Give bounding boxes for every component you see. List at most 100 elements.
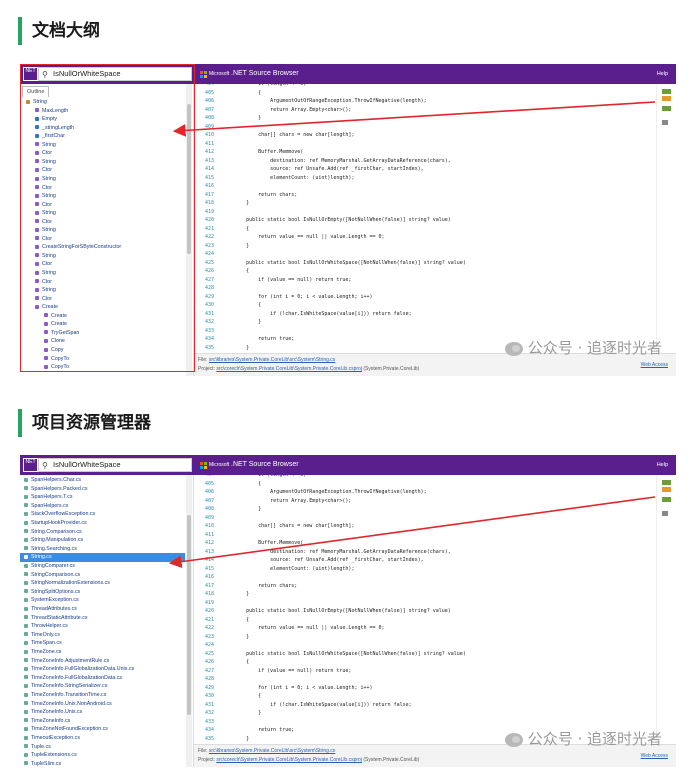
site-title[interactable]: .NET Source Browser xyxy=(231,69,299,79)
toolbar-icon[interactable] xyxy=(662,480,671,485)
outline-item[interactable]: Empty xyxy=(35,115,57,124)
toolbar-icon[interactable] xyxy=(662,120,668,125)
file-item[interactable]: TimeZoneInfo.cs xyxy=(20,717,185,726)
outline-item[interactable]: TryGetSpan xyxy=(44,329,79,338)
outline-item[interactable]: Create xyxy=(35,303,58,312)
outline-item[interactable]: Ctor xyxy=(35,218,52,227)
outline-item[interactable]: CreateStringForSByteConstructor xyxy=(35,243,121,252)
file-item[interactable]: TimeoutException.cs xyxy=(20,734,185,743)
toolbar-icon[interactable] xyxy=(662,487,671,492)
search-input[interactable]: ⚲ IsNullOrWhiteSpace xyxy=(38,67,192,81)
outline-item[interactable]: Create xyxy=(44,312,67,321)
outline-item[interactable]: String xyxy=(35,158,56,167)
toolbar-icon[interactable] xyxy=(662,497,671,502)
file-item[interactable]: TimeZone.cs xyxy=(20,648,185,657)
outline-item[interactable]: String xyxy=(35,286,56,295)
csharp-file-icon xyxy=(24,597,28,602)
outline-item[interactable]: Ctor xyxy=(35,260,52,269)
scrollbar-thumb[interactable] xyxy=(187,515,191,715)
outline-item[interactable]: String xyxy=(35,269,56,278)
file-item[interactable]: ThrowHelper.cs xyxy=(20,622,185,631)
outline-item[interactable]: MaxLength xyxy=(35,107,68,116)
dotnet-logo[interactable]: NET xyxy=(23,67,38,81)
web-access-link[interactable]: Web Access xyxy=(641,753,668,759)
outline-item[interactable]: String xyxy=(35,252,56,261)
file-path-link[interactable]: src\libraries\System.Private.CoreLib\src… xyxy=(209,748,335,754)
file-item[interactable]: TimeZoneInfo.StringSerializer.cs xyxy=(20,682,185,691)
outline-pane: Outline String MaxLength Empty _stringLengt… xyxy=(20,84,194,376)
file-item[interactable]: TimeZoneInfo.FullGlobalizationData.Unix.… xyxy=(20,665,185,674)
file-item[interactable]: SpanHelpers.cs xyxy=(20,502,185,511)
outline-item[interactable]: Ctor xyxy=(35,235,52,244)
file-item[interactable]: ThreadAttributes.cs xyxy=(20,605,185,614)
file-item[interactable]: ThreadStaticAttribute.cs xyxy=(20,614,185,623)
explorer-scrollbar[interactable] xyxy=(186,475,192,767)
file-item[interactable]: TimeOnly.cs xyxy=(20,631,185,640)
file-item[interactable]: TimeZoneInfo.AdjustmentRule.cs xyxy=(20,657,185,666)
file-item[interactable]: String.Comparison.cs xyxy=(20,528,185,537)
file-item[interactable]: String.Manipulation.cs xyxy=(20,536,185,545)
outline-item[interactable]: String xyxy=(35,209,56,218)
web-access-link[interactable]: Web Access xyxy=(641,362,668,368)
csharp-file-icon xyxy=(24,735,28,740)
toolbar-icon[interactable] xyxy=(662,96,671,101)
outline-item[interactable]: _firstChar xyxy=(35,132,65,141)
file-item[interactable]: TimeZoneInfo.Unix.NonAndroid.cs xyxy=(20,700,185,709)
outline-item[interactable]: Ctor xyxy=(35,295,52,304)
file-item[interactable]: StringNormalizationExtensions.cs xyxy=(20,579,185,588)
outline-item[interactable]: CopyTo xyxy=(44,355,69,364)
file-item[interactable]: StringSplitOptions.cs xyxy=(20,588,185,597)
file-item[interactable]: StartupHookProvider.cs xyxy=(20,519,185,528)
file-item[interactable]: SpanHelpers.Char.cs xyxy=(20,476,185,485)
file-item[interactable]: SystemException.cs xyxy=(20,596,185,605)
help-link[interactable]: Help xyxy=(657,69,668,79)
search-input[interactable]: ⚲ IsNullOrWhiteSpace xyxy=(38,458,192,472)
file-item[interactable]: TimeSpan.cs xyxy=(20,639,185,648)
file-item[interactable]: Tuple.cs xyxy=(20,743,185,752)
file-item[interactable]: TupleSlim.cs xyxy=(20,760,185,767)
toolbar-icon[interactable] xyxy=(662,511,668,516)
project-path-link[interactable]: src\coreclr\System.Private.CoreLib\Syste… xyxy=(216,366,362,372)
outline-item[interactable]: String xyxy=(35,226,56,235)
file-item[interactable]: TimeZoneInfo.Unix.cs xyxy=(20,708,185,717)
outline-item[interactable]: Copy xyxy=(44,346,63,355)
tab-outline[interactable]: Outline xyxy=(22,86,50,97)
outline-item[interactable]: Ctor xyxy=(35,166,52,175)
outline-item[interactable]: String xyxy=(26,98,47,107)
file-item[interactable]: StringComparer.cs xyxy=(20,562,185,571)
file-item[interactable]: String.Searching.cs xyxy=(20,545,185,554)
file-item[interactable]: TimeZoneInfo.TransitionTime.cs xyxy=(20,691,185,700)
dotnet-logo[interactable]: NET xyxy=(23,458,38,472)
file-item-label: String.cs xyxy=(31,554,52,561)
toolbar-icon[interactable] xyxy=(662,106,671,111)
outline-item[interactable]: CopyTo xyxy=(44,363,69,372)
file-item[interactable]: SpanHelpers.Packed.cs xyxy=(20,485,185,494)
toolbar-icon[interactable] xyxy=(662,89,671,94)
outline-item[interactable]: Ctor xyxy=(35,201,52,210)
file-path-link[interactable]: src\libraries\System.Private.CoreLib\src… xyxy=(209,357,335,363)
file-item[interactable]: String.cs xyxy=(20,553,185,562)
scrollbar-thumb[interactable] xyxy=(187,104,191,254)
outline-item[interactable]: String xyxy=(35,192,56,201)
file-item[interactable]: TimeZoneNotFoundException.cs xyxy=(20,725,185,734)
outline-item[interactable]: _stringLength xyxy=(35,124,74,133)
outline-item[interactable]: Ctor xyxy=(35,184,52,193)
file-item[interactable]: TimeZoneInfo.FullGlobalizationData.cs xyxy=(20,674,185,683)
site-title[interactable]: .NET Source Browser xyxy=(231,460,299,470)
outline-item[interactable]: String xyxy=(35,141,56,150)
code-line: 428 xyxy=(194,675,654,684)
help-link[interactable]: Help xyxy=(657,460,668,470)
project-path-link[interactable]: src\coreclr\System.Private.CoreLib\Syste… xyxy=(216,757,362,763)
outline-item[interactable]: Clone xyxy=(44,337,65,346)
outline-item[interactable]: Create xyxy=(44,320,67,329)
file-item[interactable]: TupleExtensions.cs xyxy=(20,751,185,760)
csharp-file-icon xyxy=(24,658,28,663)
file-item[interactable]: SpanHelpers.T.cs xyxy=(20,493,185,502)
outline-item[interactable]: String xyxy=(35,175,56,184)
file-item[interactable]: StringComparison.cs xyxy=(20,571,185,580)
outline-scrollbar[interactable] xyxy=(186,84,192,376)
file-item[interactable]: StackOverflowException.cs xyxy=(20,510,185,519)
code-line: 418 } xyxy=(194,199,654,208)
outline-item[interactable]: Ctor xyxy=(35,278,52,287)
outline-item[interactable]: Ctor xyxy=(35,149,52,158)
